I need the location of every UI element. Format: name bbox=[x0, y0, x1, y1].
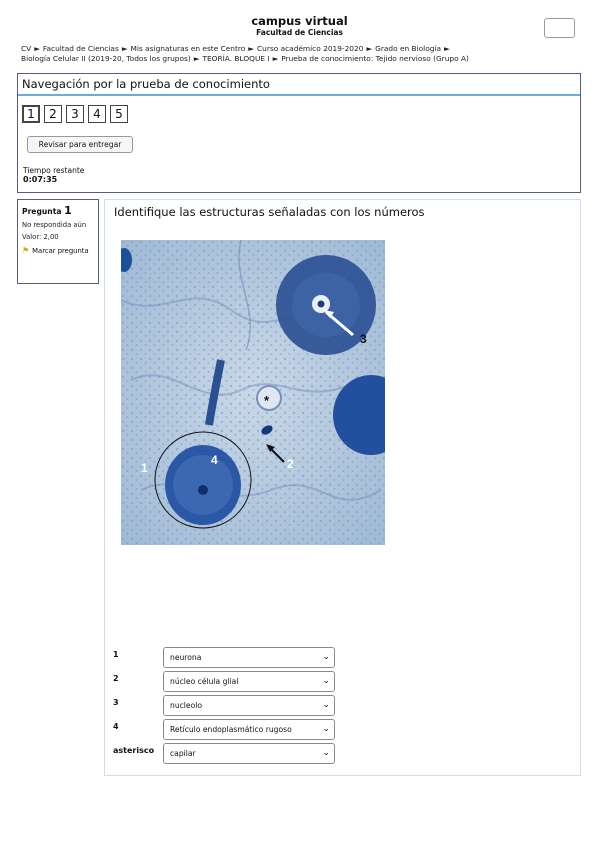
answer-select-value: nucleolo bbox=[170, 701, 202, 710]
question-status: No respondida aún bbox=[22, 221, 87, 229]
breadcrumb-item[interactable]: Mis asignaturas en este Centro bbox=[131, 44, 246, 53]
answer-label: 3 bbox=[113, 698, 119, 707]
answer-select-value: neurona bbox=[170, 653, 202, 662]
breadcrumb-item[interactable]: Facultad de Ciencias bbox=[43, 44, 119, 53]
question-number: Pregunta 1 bbox=[22, 204, 94, 217]
answer-select-value: núcleo célula glial bbox=[170, 677, 239, 686]
breadcrumb-item[interactable]: CV bbox=[21, 44, 31, 53]
figure-label-2: 2 bbox=[287, 457, 294, 471]
answer-row: 2 núcleo célula glial ⌄ bbox=[113, 671, 343, 693]
review-submit-button[interactable]: Revisar para entregar bbox=[27, 136, 133, 153]
chevron-down-icon: ⌄ bbox=[322, 676, 330, 686]
quiz-navigation-title: Navegación por la prueba de conocimiento bbox=[18, 74, 580, 96]
question-button-5[interactable]: 5 bbox=[110, 105, 128, 123]
quiz-navigation-panel: Navegación por la prueba de conocimiento… bbox=[17, 73, 581, 193]
answer-row: 4 Retículo endoplasmático rugoso ⌄ bbox=[113, 719, 343, 741]
flag-question-label: Marcar pregunta bbox=[32, 247, 89, 255]
answer-select-value: capilar bbox=[170, 749, 196, 758]
answer-label: 2 bbox=[113, 674, 119, 683]
figure-label-1: 1 bbox=[141, 461, 148, 475]
breadcrumb-separator-icon: ► bbox=[34, 44, 40, 53]
question-button-4[interactable]: 4 bbox=[88, 105, 106, 123]
answer-row: asterisco capilar ⌄ bbox=[113, 743, 343, 765]
answer-label: 4 bbox=[113, 722, 119, 731]
answer-select-value: Retículo endoplasmático rugoso bbox=[170, 725, 292, 734]
site-subtitle: Facultad de Ciencias bbox=[256, 28, 343, 37]
breadcrumb-separator-icon: ► bbox=[193, 54, 200, 63]
user-menu-button[interactable] bbox=[544, 18, 575, 38]
question-content-panel: Identifique las estructuras señaladas co… bbox=[104, 199, 581, 776]
flag-question-button[interactable]: ⚑ Marcar pregunta bbox=[22, 246, 94, 256]
breadcrumb-separator-icon: ► bbox=[121, 44, 128, 53]
time-remaining-label: Tiempo restante bbox=[23, 166, 85, 175]
answer-select[interactable]: núcleo célula glial ⌄ bbox=[163, 671, 335, 692]
question-button-1[interactable]: 1 bbox=[22, 105, 40, 123]
answer-label: 1 bbox=[113, 650, 119, 659]
answer-select[interactable]: capilar ⌄ bbox=[163, 743, 335, 764]
breadcrumb-item[interactable]: Grado en Biología bbox=[375, 44, 441, 53]
breadcrumb-separator-icon: ► bbox=[444, 44, 450, 53]
micrograph-image: 3 2 4 1 * bbox=[121, 240, 385, 545]
time-remaining-value: 0:07:35 bbox=[23, 175, 58, 184]
question-button-2[interactable]: 2 bbox=[44, 105, 62, 123]
question-grade: Valor: 2,00 bbox=[22, 233, 59, 241]
breadcrumb-separator-icon: ► bbox=[272, 54, 279, 63]
breadcrumb-item[interactable]: Biología Celular II (2019-20, Todos los … bbox=[21, 54, 191, 63]
question-text: Identifique las estructuras señaladas co… bbox=[114, 205, 425, 219]
question-button-3[interactable]: 3 bbox=[66, 105, 84, 123]
figure-label-4: 4 bbox=[211, 453, 218, 467]
chevron-down-icon: ⌄ bbox=[322, 652, 330, 662]
flag-icon: ⚑ bbox=[22, 246, 30, 255]
breadcrumb-separator-icon: ► bbox=[248, 44, 254, 53]
site-title: campus virtual bbox=[251, 14, 348, 28]
answer-select[interactable]: Retículo endoplasmático rugoso ⌄ bbox=[163, 719, 335, 740]
answer-select[interactable]: neurona ⌄ bbox=[163, 647, 335, 668]
answer-row: 1 neurona ⌄ bbox=[113, 647, 343, 669]
chevron-down-icon: ⌄ bbox=[322, 700, 330, 710]
chevron-down-icon: ⌄ bbox=[322, 748, 330, 758]
figure-label-3: 3 bbox=[360, 332, 367, 346]
answer-select[interactable]: nucleolo ⌄ bbox=[163, 695, 335, 716]
question-info-box: Pregunta 1 No respondida aún Valor: 2,00… bbox=[17, 199, 99, 284]
answer-label: asterisco bbox=[113, 746, 155, 755]
question-buttons: 1 2 3 4 5 bbox=[22, 105, 128, 123]
question-number-value: 1 bbox=[64, 204, 72, 217]
answer-row: 3 nucleolo ⌄ bbox=[113, 695, 343, 717]
breadcrumb: CV ► Facultad de Ciencias ► Mis asignaturas … bbox=[21, 44, 561, 64]
breadcrumb-item[interactable]: TEORÍA. BLOQUE I bbox=[202, 54, 269, 63]
breadcrumb-item[interactable]: Prueba de conocimiento: Tejido nervioso … bbox=[281, 54, 469, 63]
chevron-down-icon: ⌄ bbox=[322, 724, 330, 734]
breadcrumb-separator-icon: ► bbox=[366, 44, 373, 53]
question-label: Pregunta bbox=[22, 207, 62, 216]
breadcrumb-item[interactable]: Curso académico 2019-2020 bbox=[257, 44, 363, 53]
